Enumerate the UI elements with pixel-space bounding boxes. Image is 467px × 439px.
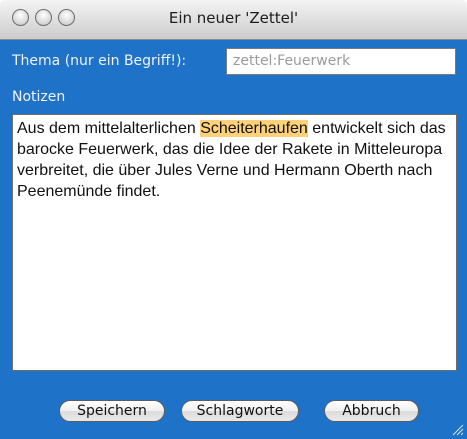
dialog-body: Thema (nur ein Begriff!): zettel:Feuerwe… xyxy=(0,40,467,439)
subject-input[interactable]: zettel:Feuerwerk xyxy=(226,48,456,75)
save-button[interactable]: Speichern xyxy=(59,400,165,422)
notes-label: Notizen xyxy=(12,89,66,105)
cancel-button[interactable]: Abbruch xyxy=(324,400,419,422)
tags-button[interactable]: Schlagworte xyxy=(181,400,299,422)
resize-grip-icon[interactable] xyxy=(451,423,464,436)
dialog-window: Ein neuer 'Zettel' Thema (nur ein Begrif… xyxy=(0,0,467,439)
subject-label: Thema (nur ein Begriff!): xyxy=(12,53,187,69)
notes-highlighted-word: Scheiterhaufen xyxy=(200,120,308,137)
title-bar[interactable]: Ein neuer 'Zettel' xyxy=(0,0,467,40)
notes-text-start: Aus dem mittelalterlichen xyxy=(17,120,201,137)
window-title: Ein neuer 'Zettel' xyxy=(168,9,299,27)
notes-textarea[interactable]: Aus dem mittelalterlichen Scheiterhaufen… xyxy=(12,114,457,371)
